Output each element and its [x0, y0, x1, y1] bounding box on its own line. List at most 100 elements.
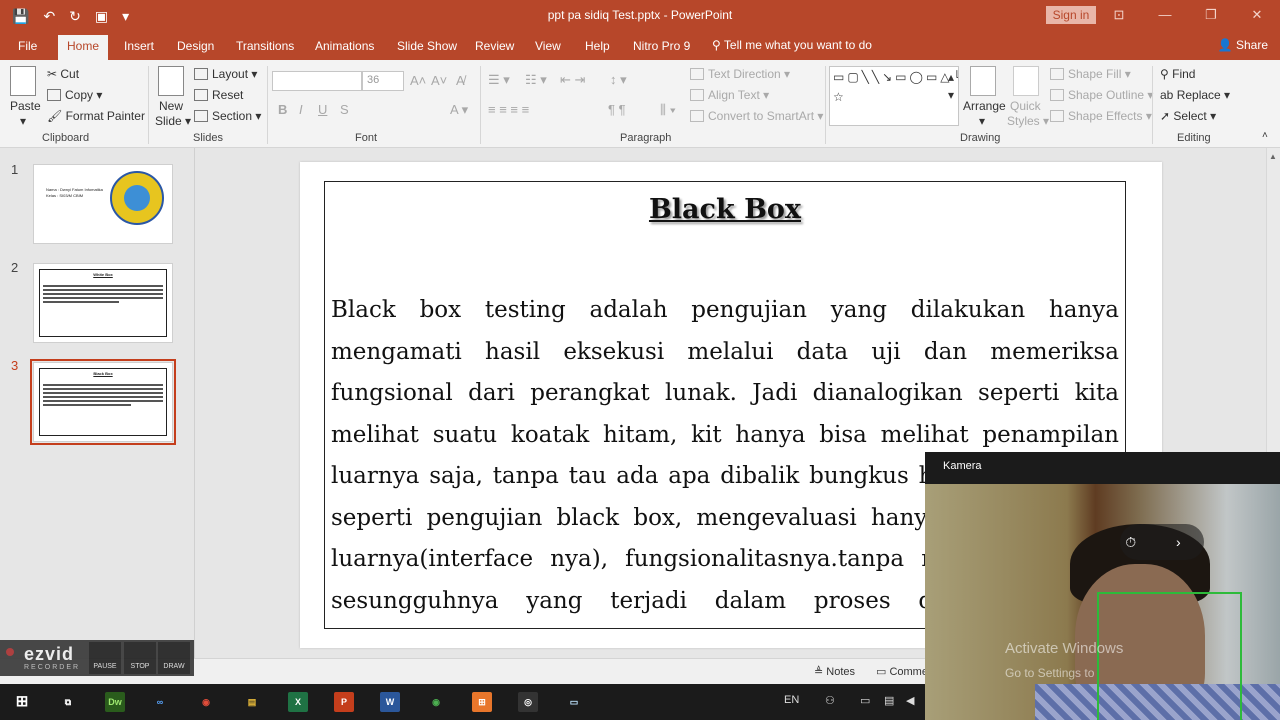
shadow-icon[interactable]: S [340, 102, 349, 117]
tab-view[interactable]: View [526, 37, 570, 55]
tab-insert[interactable]: Insert [115, 37, 163, 55]
stop-button[interactable]: STOP [124, 642, 156, 674]
new-slide-dropdown[interactable]: Slide ▾ [155, 114, 191, 128]
window-app-icon[interactable]: ▭ [564, 692, 584, 712]
shrink-font-icon[interactable]: A˅ [431, 73, 447, 88]
collapse-ribbon-icon[interactable]: ˄ [1262, 130, 1268, 141]
timer-controls[interactable]: ⏱ › [1120, 524, 1204, 560]
pause-button[interactable]: PAUSE [89, 642, 121, 674]
paste-icon[interactable] [10, 66, 36, 96]
restore-button[interactable]: ❐ [1188, 0, 1234, 30]
align-text-button[interactable]: Align Text ▾ [690, 88, 769, 102]
font-size-combo[interactable]: 36 [362, 71, 404, 91]
scroll-up-icon[interactable]: ▲ [1269, 152, 1277, 161]
tab-transitions[interactable]: Transitions [227, 37, 303, 55]
shape-fill-button[interactable]: Shape Fill ▾ [1050, 67, 1131, 81]
tab-file[interactable]: File [9, 37, 46, 55]
share-button[interactable]: 👤 Share [1218, 38, 1268, 52]
tab-animations[interactable]: Animations [306, 37, 383, 55]
camera-app-icon[interactable]: ◎ [518, 692, 538, 712]
chrome-icon[interactable]: ◉ [196, 692, 216, 712]
new-slide-icon[interactable] [158, 66, 184, 96]
app-infinity-icon[interactable]: ∞ [150, 692, 170, 712]
camera-title-bar[interactable]: Kamera [925, 452, 1280, 484]
numbering-icon[interactable]: ☷ ▾ [525, 72, 547, 88]
minimize-button[interactable]: — [1142, 0, 1188, 30]
tab-help[interactable]: Help [576, 37, 619, 55]
word-icon[interactable]: W [380, 692, 400, 712]
windows-start-icon[interactable]: ⊞ [12, 692, 32, 712]
file-explorer-icon[interactable]: ▤ [242, 692, 262, 712]
copy-button[interactable]: Copy ▾ [47, 88, 102, 102]
bullets-icon[interactable]: ☰ ▾ [488, 72, 510, 88]
line-spacing-icon[interactable]: ↕ ▾ [610, 72, 627, 88]
arrange-button[interactable]: Arrange [963, 99, 1006, 113]
font-color-icon[interactable]: A ▾ [450, 102, 468, 118]
shapes-gallery[interactable]: ▭▢╲╲↘▭◯▭△└┐⇨⇩⌄⇆↰↻⤵{}☆ [829, 66, 959, 126]
shape-effects-button[interactable]: Shape Effects ▾ [1050, 109, 1152, 123]
align-icons[interactable]: ≡ ≡ ≡ ≡ [488, 102, 529, 117]
tab-nitro[interactable]: Nitro Pro 9 [624, 37, 699, 55]
smartart-button[interactable]: Convert to SmartArt ▾ [690, 109, 823, 123]
excel-icon[interactable]: X [288, 692, 308, 712]
replace-icon: ab [1160, 88, 1177, 102]
shape-outline-button[interactable]: Shape Outline ▾ [1050, 88, 1153, 102]
slide-number: 2 [11, 260, 19, 275]
new-slide-button[interactable]: New [159, 99, 183, 113]
italic-icon[interactable]: I [299, 102, 303, 117]
grow-font-icon[interactable]: A˄ [410, 73, 426, 88]
chrome-icon-2[interactable]: ◉ [426, 692, 446, 712]
network-icon[interactable]: ▤ [884, 694, 894, 707]
clear-format-icon[interactable]: A̸ [456, 73, 465, 88]
xampp-icon[interactable]: ⊞ [472, 692, 492, 712]
format-painter-button[interactable]: 🖌 Format Painter [47, 109, 145, 123]
bold-icon[interactable]: B [278, 102, 287, 117]
find-button[interactable]: ⚲ Find [1160, 67, 1195, 81]
ribbon-display-icon[interactable]: ⊡ [1096, 0, 1142, 30]
underline-icon[interactable]: U [318, 102, 327, 117]
tab-design[interactable]: Design [168, 37, 223, 55]
task-view-icon[interactable]: ⧉ [58, 692, 78, 712]
comments-button[interactable]: ▭ Comme [876, 665, 928, 678]
text-direction-button[interactable]: Text Direction ▾ [690, 67, 790, 81]
slide-thumbnail-3[interactable]: Black Box [30, 359, 176, 445]
sign-in-button[interactable]: Sign in [1046, 6, 1096, 24]
font-name-combo[interactable] [272, 71, 362, 91]
language-indicator[interactable]: EN [784, 694, 799, 706]
replace-button[interactable]: ab Replace ▾ [1160, 88, 1230, 102]
volume-icon[interactable]: ◀ [906, 694, 914, 707]
slide-title[interactable]: Black Box [325, 194, 1125, 225]
columns-icon[interactable]: ⫼ ▾ [660, 102, 676, 118]
layout-button[interactable]: Layout ▾ [194, 67, 257, 81]
tab-review[interactable]: Review [466, 37, 523, 55]
tell-me-search[interactable]: ⚲ Tell me what you want to do [712, 38, 872, 52]
arrange-dropdown-icon[interactable]: ▾ [979, 114, 985, 128]
people-icon[interactable]: ⚇ [825, 694, 835, 707]
shapes-gallery-scroll[interactable]: ▴ [948, 70, 954, 84]
quick-styles-button[interactable]: Quick [1010, 99, 1041, 113]
reset-button[interactable]: Reset [194, 88, 243, 102]
indent-icons[interactable]: ⇤ ⇥ [560, 72, 585, 88]
notes-button[interactable]: ≜ Notes [814, 665, 855, 678]
quick-styles-dropdown[interactable]: Styles ▾ [1007, 114, 1049, 128]
thumbnail-text-line [43, 285, 163, 287]
cut-button[interactable]: ✂ Cut [47, 67, 79, 81]
camera-window[interactable]: Kamera ⏱ › Activate Windows Go to Settin… [925, 452, 1280, 720]
paste-button[interactable]: Paste [10, 99, 41, 113]
section-button[interactable]: Section ▾ [194, 109, 261, 123]
slide-thumbnail-1[interactable]: Nama : Dwnyi Fatum Infomatika Kelas : SI… [33, 164, 173, 244]
dreamweaver-icon[interactable]: Dw [105, 692, 125, 712]
draw-button[interactable]: DRAW [158, 642, 190, 674]
slide-thumbnail-2[interactable]: White Box [33, 263, 173, 343]
paste-dropdown-icon[interactable]: ▾ [20, 114, 26, 128]
notification-icon[interactable]: ▭ [860, 694, 870, 707]
quick-styles-icon[interactable] [1013, 66, 1039, 96]
powerpoint-icon[interactable]: P [334, 692, 354, 712]
tab-slide-show[interactable]: Slide Show [388, 37, 466, 55]
tab-home[interactable]: Home [58, 35, 109, 60]
direction-icons[interactable]: ¶ ¶ [608, 102, 626, 117]
select-button[interactable]: ➚ Select ▾ [1160, 109, 1216, 123]
close-button[interactable]: ✕ [1234, 0, 1280, 30]
arrange-icon[interactable] [970, 66, 996, 96]
shapes-gallery-scroll-down[interactable]: ▾ [948, 88, 954, 102]
